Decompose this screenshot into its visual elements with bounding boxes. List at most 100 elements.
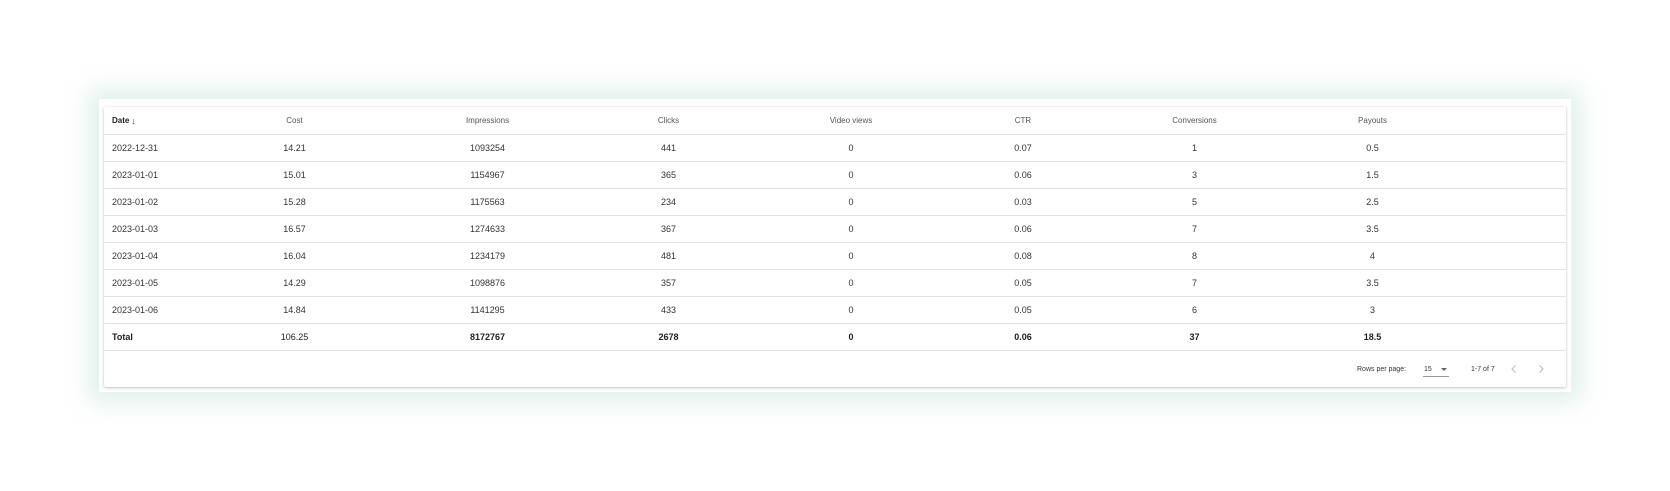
cell-spacer: [1431, 134, 1566, 162]
total-clicks: 2678: [606, 323, 731, 351]
cell-cost: 14.29: [220, 269, 369, 297]
cell-impressions: 1154967: [369, 161, 606, 189]
cell-impressions: 1098876: [369, 269, 606, 297]
cell-impressions: 1274633: [369, 215, 606, 243]
header-ctr[interactable]: CTR: [971, 107, 1075, 135]
cell-date: 2023-01-01: [104, 161, 220, 189]
cell-conversions: 7: [1075, 215, 1314, 243]
cell-cost: 15.28: [220, 188, 369, 216]
cell-payouts: 3.5: [1314, 269, 1431, 297]
cell-payouts: 0.5: [1314, 134, 1431, 162]
cell-impressions: 1093254: [369, 134, 606, 162]
cell-clicks: 367: [606, 215, 731, 243]
cell-conversions: 8: [1075, 242, 1314, 270]
cell-cost: 16.04: [220, 242, 369, 270]
arrow-down-icon: ↓: [131, 115, 136, 126]
cell-ctr: 0.05: [971, 296, 1075, 324]
total-row: Total 106.25 8172767 2678 0 0.06 37 18.5: [104, 323, 1566, 351]
header-cost-label: Cost: [286, 116, 303, 125]
cell-spacer: [1431, 215, 1566, 243]
chevron-left-icon: [1511, 365, 1516, 373]
table-row: 2023-01-06 14.84 1141295 433 0 0.05 6 3: [104, 296, 1566, 324]
cell-spacer: [1431, 242, 1566, 270]
report-table: Date ↓ Cost Impressions Clicks Video view…: [104, 107, 1566, 351]
table-header-row: Date ↓ Cost Impressions Clicks Video view…: [104, 107, 1566, 135]
cell-conversions: 6: [1075, 296, 1314, 324]
header-ctr-label: CTR: [1014, 116, 1032, 125]
cell-video-views: 0: [731, 296, 971, 324]
total-video-views: 0: [731, 323, 971, 351]
cell-video-views: 0: [731, 188, 971, 216]
cell-payouts: 2.5: [1314, 188, 1431, 216]
header-video-views-label: Video views: [829, 116, 873, 125]
report-panel: Date ↓ Cost Impressions Clicks Video view…: [99, 99, 1571, 392]
cell-impressions: 1175563: [369, 188, 606, 216]
cell-payouts: 1.5: [1314, 161, 1431, 189]
cell-spacer: [1431, 188, 1566, 216]
cell-video-views: 0: [731, 161, 971, 189]
cell-cost: 14.21: [220, 134, 369, 162]
table-row: 2023-01-04 16.04 1234179 481 0 0.08 8 4: [104, 242, 1566, 270]
pagination-range: 1-7 of 7: [1471, 366, 1495, 373]
table-row: 2023-01-05 14.29 1098876 357 0 0.05 7 3.…: [104, 269, 1566, 297]
cell-ctr: 0.06: [971, 215, 1075, 243]
cell-date: 2023-01-02: [104, 188, 220, 216]
cell-date: 2023-01-03: [104, 215, 220, 243]
header-spacer: [1431, 107, 1566, 135]
next-page-button[interactable]: [1532, 360, 1550, 378]
cell-date: 2023-01-05: [104, 269, 220, 297]
header-payouts[interactable]: Payouts: [1314, 107, 1431, 135]
cell-cost: 15.01: [220, 161, 369, 189]
header-conversions[interactable]: Conversions: [1075, 107, 1314, 135]
cell-clicks: 441: [606, 134, 731, 162]
cell-date: 2023-01-04: [104, 242, 220, 270]
cell-video-views: 0: [731, 269, 971, 297]
chevron-right-icon: [1539, 365, 1544, 373]
cell-payouts: 4: [1314, 242, 1431, 270]
rows-per-page-select[interactable]: 15: [1423, 362, 1449, 377]
cell-spacer: [1431, 296, 1566, 324]
header-date-label: Date: [112, 115, 130, 125]
cell-clicks: 234: [606, 188, 731, 216]
pagination-bar: Rows per page: 15 1-7 of 7: [104, 354, 1566, 387]
cell-date: 2022-12-31: [104, 134, 220, 162]
cell-video-views: 0: [731, 134, 971, 162]
header-cost[interactable]: Cost: [220, 107, 369, 135]
cell-payouts: 3.5: [1314, 215, 1431, 243]
cell-ctr: 0.08: [971, 242, 1075, 270]
previous-page-button[interactable]: [1505, 360, 1523, 378]
header-impressions[interactable]: Impressions: [369, 107, 606, 135]
cell-spacer: [1431, 161, 1566, 189]
cell-spacer: [1431, 269, 1566, 297]
header-payouts-label: Payouts: [1358, 116, 1387, 125]
header-conversions-label: Conversions: [1172, 116, 1217, 125]
cell-ctr: 0.03: [971, 188, 1075, 216]
header-video-views[interactable]: Video views: [731, 107, 971, 135]
total-impressions: 8172767: [369, 323, 606, 351]
header-impressions-label: Impressions: [465, 116, 510, 125]
cell-clicks: 481: [606, 242, 731, 270]
table-row: 2023-01-01 15.01 1154967 365 0 0.06 3 1.…: [104, 161, 1566, 189]
total-cost: 106.25: [220, 323, 369, 351]
rows-per-page-value: 15: [1424, 366, 1432, 373]
header-clicks[interactable]: Clicks: [606, 107, 731, 135]
header-date[interactable]: Date ↓: [104, 107, 220, 135]
total-payouts: 18.5: [1314, 323, 1431, 351]
cell-conversions: 3: [1075, 161, 1314, 189]
cell-clicks: 365: [606, 161, 731, 189]
report-table-card: Date ↓ Cost Impressions Clicks Video view…: [104, 107, 1566, 387]
cell-clicks: 357: [606, 269, 731, 297]
cell-ctr: 0.05: [971, 269, 1075, 297]
cell-video-views: 0: [731, 215, 971, 243]
cell-spacer: [1431, 323, 1566, 351]
cell-date: 2023-01-06: [104, 296, 220, 324]
cell-clicks: 433: [606, 296, 731, 324]
cell-conversions: 5: [1075, 188, 1314, 216]
total-label: Total: [104, 323, 220, 351]
total-conversions: 37: [1075, 323, 1314, 351]
table-row: 2023-01-02 15.28 1175563 234 0 0.03 5 2.…: [104, 188, 1566, 216]
cell-cost: 14.84: [220, 296, 369, 324]
cell-video-views: 0: [731, 242, 971, 270]
cell-cost: 16.57: [220, 215, 369, 243]
total-ctr: 0.06: [971, 323, 1075, 351]
